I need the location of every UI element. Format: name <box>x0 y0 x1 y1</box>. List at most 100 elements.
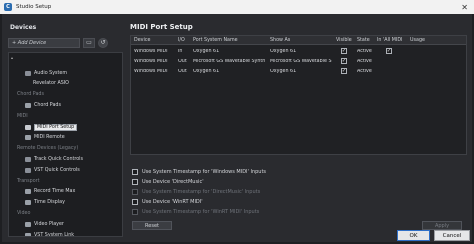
checkbox[interactable] <box>132 199 138 205</box>
reset-icon[interactable]: ↺ <box>98 37 108 48</box>
ok-button[interactable]: OK <box>397 230 430 241</box>
cell-device: Windows MIDI <box>134 68 168 74</box>
tree-item[interactable]: Audio System <box>25 69 67 77</box>
tree-item-label: Revelator ASIO <box>33 81 69 87</box>
table-row[interactable]: Windows MIDI In Oxygen 61 Oxygen 61 ✓ Ac… <box>131 46 466 56</box>
cell-state: Active <box>357 48 372 54</box>
checkbox[interactable] <box>132 179 138 185</box>
tree-item[interactable]: VST Quick Controls <box>25 166 80 174</box>
visible-checkbox[interactable]: ✓ <box>341 58 347 64</box>
tree-category: Chord Pads <box>17 91 44 99</box>
tree-item[interactable]: Track Quick Controls <box>25 155 83 163</box>
tree-category: MIDI <box>17 112 28 120</box>
tree-item-label: Remote Devices (Legacy) <box>17 146 79 152</box>
collapse-icon[interactable]: ▴ <box>11 55 13 65</box>
col-show-as[interactable]: Show As <box>270 38 290 43</box>
cell-io: Out <box>178 68 187 74</box>
clock-icon <box>25 200 31 206</box>
audio-system-icon <box>25 70 31 76</box>
in-all-midi-checkbox[interactable]: ✓ <box>386 48 392 54</box>
cell-io: In <box>178 48 183 54</box>
title-bar: C Studio Setup ✕ <box>0 0 474 14</box>
clock-icon <box>25 189 31 195</box>
cancel-button[interactable]: Cancel <box>434 230 470 241</box>
tree-item-label: Video <box>17 210 31 216</box>
system-link-icon <box>25 232 31 236</box>
close-icon[interactable]: ✕ <box>461 3 468 12</box>
tree-item-label: Video Player <box>34 221 64 227</box>
option-label: Use System Timestamp for 'Windows MIDI' … <box>142 169 267 175</box>
remove-device-icon[interactable]: ▭ <box>83 37 95 48</box>
tree-item[interactable]: Record Time Max <box>25 188 75 196</box>
tree-item[interactable]: Time Display <box>25 199 65 207</box>
option-use-directmusic[interactable]: Use Device 'DirectMusic' <box>132 178 204 186</box>
col-state[interactable]: State <box>357 38 370 43</box>
tree-item-label: Record Time Max <box>34 189 76 195</box>
tree-item[interactable]: VST System Link <box>25 231 75 237</box>
visible-checkbox[interactable]: ✓ <box>341 48 347 54</box>
midi-port-icon <box>25 124 31 130</box>
cell-port: Microsoft GS Wavetable Synth <box>193 58 266 64</box>
checkbox <box>132 189 138 195</box>
cell-show-as[interactable]: Microsoft GS Wavetable S <box>270 59 334 64</box>
tree-category: Video <box>17 209 30 217</box>
col-port-system-name[interactable]: Port System Name <box>193 38 238 43</box>
tree-item-label: VST System Link <box>34 232 75 237</box>
col-device[interactable]: Device <box>134 38 150 43</box>
cell-device: Windows MIDI <box>134 48 168 54</box>
option-winrt-timestamp: Use System Timestamp for 'WinRT MIDI' In… <box>132 208 259 216</box>
tree-item[interactable]: Chord Pads <box>25 101 61 109</box>
add-device-dropdown[interactable]: + Add Device <box>8 37 80 48</box>
tree-item-label: MIDI <box>17 113 28 119</box>
tree-item-label: Transport <box>17 178 40 184</box>
tree-item-label: Time Display <box>34 200 65 206</box>
cell-show-as[interactable]: Oxygen 61 <box>270 69 334 74</box>
checkbox[interactable] <box>132 169 138 175</box>
option-label: Use Device 'DirectMusic' <box>142 179 204 185</box>
devices-toolbar: + Add Device ▭ ↺ <box>8 37 123 48</box>
tree-item-label: MIDI Remote <box>34 135 65 141</box>
option-label: Use Device 'WinRT MIDI' <box>142 199 203 205</box>
tree-category: Remote Devices (Legacy) <box>17 145 78 153</box>
cell-device: Windows MIDI <box>134 58 168 64</box>
devices-panel: Devices + Add Device ▭ ↺ ▴ Audio System R… <box>6 22 123 237</box>
midi-port-table: Device I/O Port System Name Show As Visi… <box>130 35 467 155</box>
reset-button[interactable]: Reset <box>132 221 172 230</box>
apply-button[interactable]: Apply <box>422 221 462 230</box>
tree-item-label: VST Quick Controls <box>34 167 80 173</box>
cell-show-as[interactable]: Oxygen 61 <box>270 49 334 54</box>
cell-state: Active <box>357 68 372 74</box>
tree-item[interactable]: MIDI Port Setup <box>25 123 78 131</box>
visible-checkbox[interactable]: ✓ <box>341 68 347 74</box>
tree-item[interactable]: Revelator ASIO <box>33 80 69 88</box>
cell-port: Oxygen 61 <box>193 68 220 74</box>
table-header: Device I/O Port System Name Show As Visi… <box>131 36 466 45</box>
tree-item[interactable]: Video Player <box>25 220 64 228</box>
chord-pads-icon <box>25 102 31 108</box>
tree-item-label: Chord Pads <box>17 92 44 98</box>
quick-controls-icon <box>25 156 31 162</box>
col-io[interactable]: I/O <box>178 38 185 43</box>
option-label: Use System Timestamp for 'DirectMusic' I… <box>142 189 261 195</box>
tree-item[interactable]: MIDI Remote <box>25 134 65 142</box>
page-title: MIDI Port Setup <box>130 23 193 31</box>
cell-state: Active <box>357 58 372 64</box>
option-windows-midi-timestamp[interactable]: Use System Timestamp for 'Windows MIDI' … <box>132 168 266 176</box>
devices-header: Devices <box>10 24 37 31</box>
midi-port-setup-panel: MIDI Port Setup Device I/O Port System N… <box>128 14 467 242</box>
quick-controls-icon <box>25 167 31 173</box>
col-visible[interactable]: Visible <box>336 38 352 43</box>
table-row[interactable]: Windows MIDI Out Oxygen 61 Oxygen 61 ✓ A… <box>131 66 466 76</box>
option-use-winrt-midi[interactable]: Use Device 'WinRT MIDI' <box>132 198 203 206</box>
device-tree[interactable]: ▴ Audio System Revelator ASIO Chord Pads Ch… <box>8 52 123 237</box>
video-icon <box>25 221 31 227</box>
col-usage[interactable]: Usage <box>410 38 425 43</box>
option-directmusic-timestamp: Use System Timestamp for 'DirectMusic' I… <box>132 188 260 196</box>
studio-setup-window: Devices + Add Device ▭ ↺ ▴ Audio System R… <box>2 14 472 242</box>
tree-item-label: Audio System <box>34 70 68 76</box>
tree-item-label: Track Quick Controls <box>34 156 84 162</box>
col-in-all-midi[interactable]: In 'All MIDI <box>377 38 402 43</box>
midi-remote-icon <box>25 135 31 141</box>
cell-io: Out <box>178 58 187 64</box>
table-row[interactable]: Windows MIDI Out Microsoft GS Wavetable … <box>131 56 466 66</box>
